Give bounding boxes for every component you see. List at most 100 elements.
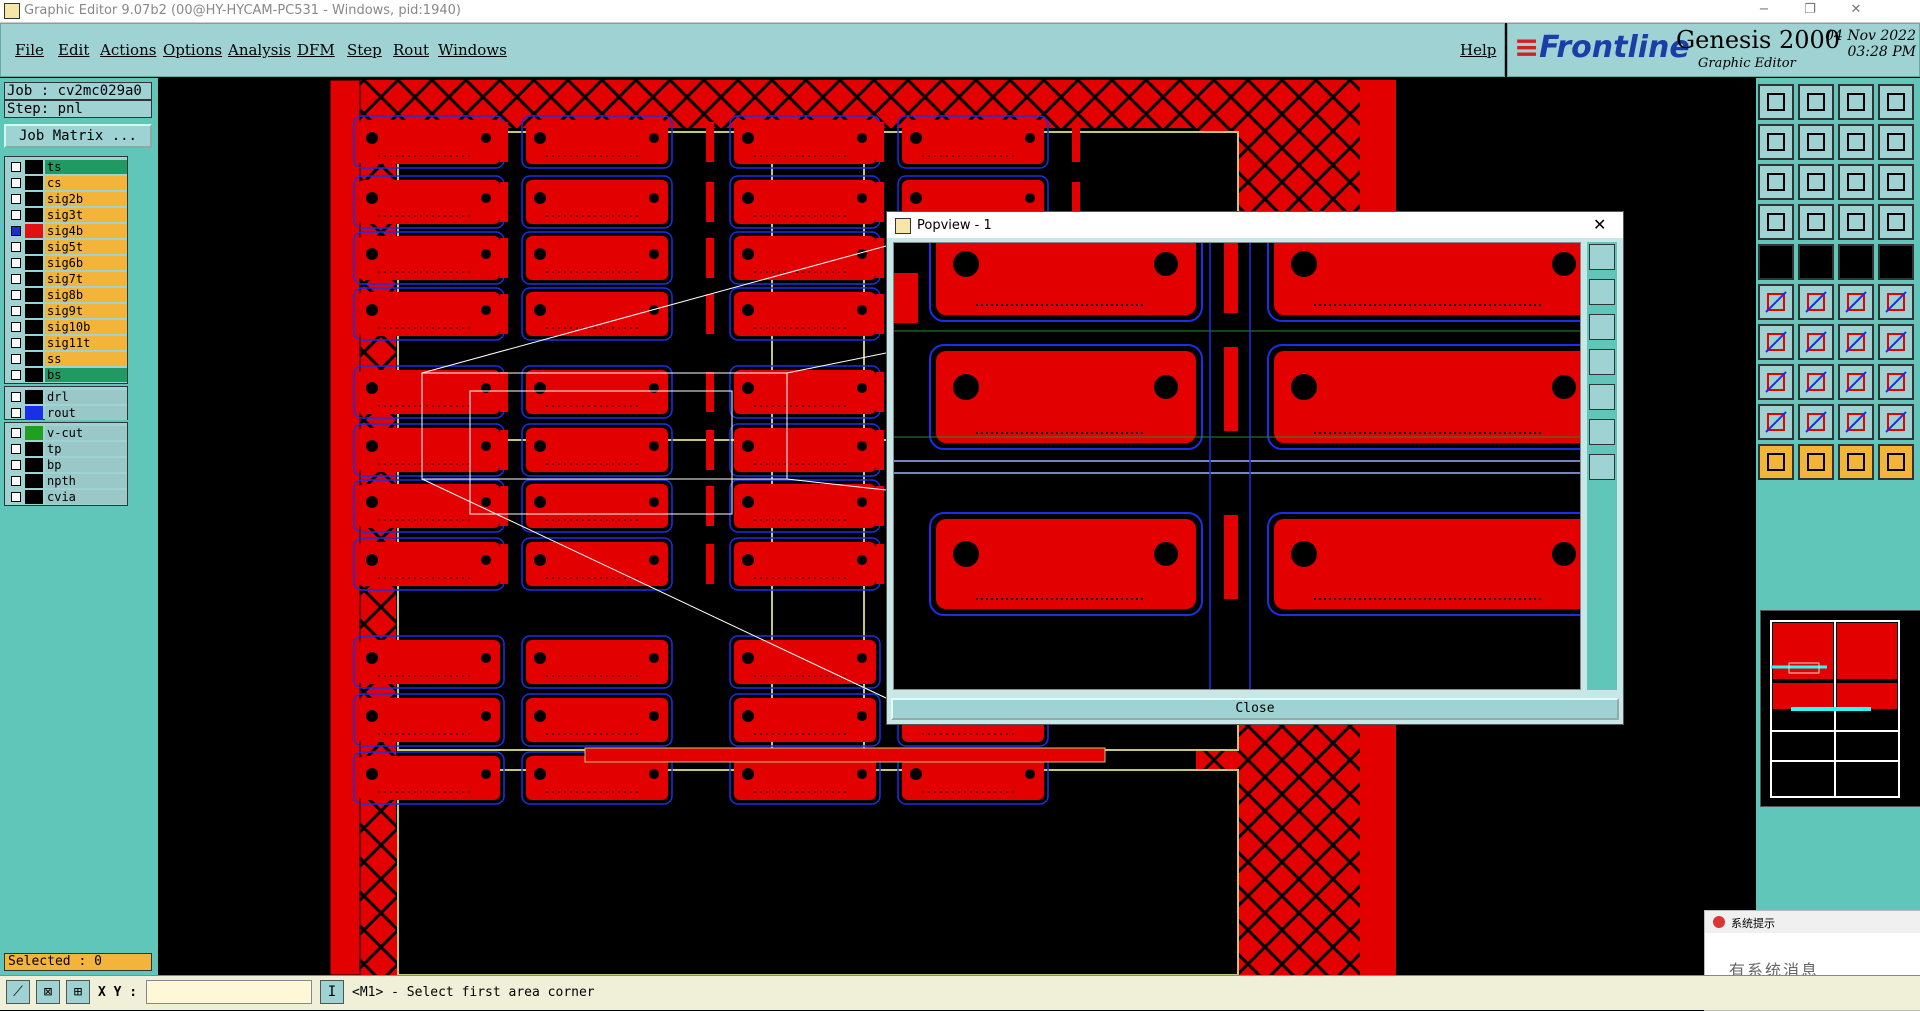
layer-name[interactable]: sig2b bbox=[45, 192, 127, 206]
layer-color-swatch[interactable] bbox=[25, 304, 43, 318]
layer-name[interactable]: tp bbox=[45, 442, 127, 456]
editor-tool-icon[interactable] bbox=[1798, 324, 1834, 360]
layer-checkbox[interactable] bbox=[11, 370, 21, 380]
editor-tool-icon[interactable] bbox=[1878, 324, 1914, 360]
layer-checkbox[interactable] bbox=[11, 226, 21, 236]
layer-color-swatch[interactable] bbox=[25, 352, 43, 366]
editor-tool-icon[interactable] bbox=[1878, 284, 1914, 320]
layer-color-swatch[interactable] bbox=[25, 320, 43, 334]
window-close-icon[interactable]: ✕ bbox=[1836, 2, 1876, 17]
editor-tool-icon[interactable] bbox=[1758, 444, 1794, 480]
layer-checkbox[interactable] bbox=[11, 162, 21, 172]
layer-checkbox[interactable] bbox=[11, 338, 21, 348]
layer-color-swatch[interactable] bbox=[25, 272, 43, 286]
layer-row-v-cut[interactable]: v-cut bbox=[5, 425, 129, 441]
popview-tool-icon[interactable] bbox=[1589, 419, 1615, 445]
layer-color-swatch[interactable] bbox=[25, 240, 43, 254]
layer-row-ss[interactable]: ss bbox=[5, 351, 129, 367]
editor-tool-icon[interactable] bbox=[1878, 164, 1914, 200]
layer-checkbox[interactable] bbox=[11, 274, 21, 284]
layer-checkbox[interactable] bbox=[11, 354, 21, 364]
layer-name[interactable]: npth bbox=[45, 474, 127, 488]
editor-tool-icon[interactable] bbox=[1838, 404, 1874, 440]
layer-color-swatch[interactable] bbox=[25, 390, 43, 404]
menu-windows[interactable]: Windows bbox=[438, 41, 507, 59]
layer-row-cvia[interactable]: cvia bbox=[5, 489, 129, 505]
editor-tool-icon[interactable] bbox=[1838, 284, 1874, 320]
layer-row-sig6b[interactable]: sig6b bbox=[5, 255, 129, 271]
xy-coordinate-input[interactable] bbox=[146, 980, 312, 1004]
layer-checkbox[interactable] bbox=[11, 408, 21, 418]
editor-tool-icon[interactable] bbox=[1838, 244, 1874, 280]
editor-tool-icon[interactable] bbox=[1798, 84, 1834, 120]
layer-checkbox[interactable] bbox=[11, 392, 21, 402]
layer-row-sig10b[interactable]: sig10b bbox=[5, 319, 129, 335]
editor-tool-icon[interactable] bbox=[1878, 364, 1914, 400]
layer-color-swatch[interactable] bbox=[25, 426, 43, 440]
layer-name[interactable]: sig5t bbox=[45, 240, 127, 254]
editor-tool-icon[interactable] bbox=[1758, 284, 1794, 320]
layer-row-sig7t[interactable]: sig7t bbox=[5, 271, 129, 287]
layer-checkbox[interactable] bbox=[11, 306, 21, 316]
layer-color-swatch[interactable] bbox=[25, 192, 43, 206]
popview-tool-icon[interactable] bbox=[1589, 384, 1615, 410]
editor-tool-icon[interactable] bbox=[1798, 444, 1834, 480]
layer-name[interactable]: sig7t bbox=[45, 272, 127, 286]
layer-name[interactable]: sig6b bbox=[45, 256, 127, 270]
editor-tool-icon[interactable] bbox=[1758, 364, 1794, 400]
layer-name[interactable]: cvia bbox=[45, 490, 127, 504]
layer-checkbox[interactable] bbox=[11, 492, 21, 502]
layer-color-swatch[interactable] bbox=[25, 368, 43, 382]
layer-name[interactable]: sig10b bbox=[45, 320, 127, 334]
layer-color-swatch[interactable] bbox=[25, 474, 43, 488]
editor-tool-icon[interactable] bbox=[1878, 244, 1914, 280]
editor-tool-icon[interactable] bbox=[1758, 324, 1794, 360]
layer-color-swatch[interactable] bbox=[25, 458, 43, 472]
editor-tool-icon[interactable] bbox=[1798, 164, 1834, 200]
layer-checkbox[interactable] bbox=[11, 258, 21, 268]
layer-name[interactable]: sig9t bbox=[45, 304, 127, 318]
layer-name[interactable]: drl bbox=[45, 390, 127, 404]
layer-row-sig3t[interactable]: sig3t bbox=[5, 207, 129, 223]
layer-color-swatch[interactable] bbox=[25, 490, 43, 504]
layer-checkbox[interactable] bbox=[11, 460, 21, 470]
editor-tool-icon[interactable] bbox=[1838, 444, 1874, 480]
popview-tool-icon[interactable] bbox=[1589, 314, 1615, 340]
menu-actions[interactable]: Actions bbox=[100, 41, 156, 59]
editor-tool-icon[interactable] bbox=[1798, 124, 1834, 160]
minimize-icon[interactable]: − bbox=[1744, 2, 1784, 17]
layer-name[interactable]: ss bbox=[45, 352, 127, 366]
layer-checkbox[interactable] bbox=[11, 194, 21, 204]
layer-row-drl[interactable]: drl bbox=[5, 389, 129, 405]
editor-tool-icon[interactable] bbox=[1838, 204, 1874, 240]
layer-checkbox[interactable] bbox=[11, 428, 21, 438]
layer-color-swatch[interactable] bbox=[25, 256, 43, 270]
editor-tool-icon[interactable] bbox=[1758, 164, 1794, 200]
layer-checkbox[interactable] bbox=[11, 210, 21, 220]
editor-tool-icon[interactable] bbox=[1758, 204, 1794, 240]
layer-row-npth[interactable]: npth bbox=[5, 473, 129, 489]
editor-tool-icon[interactable] bbox=[1798, 204, 1834, 240]
layer-color-swatch[interactable] bbox=[25, 406, 43, 420]
menu-rout[interactable]: Rout bbox=[393, 41, 429, 59]
editor-tool-icon[interactable] bbox=[1758, 404, 1794, 440]
layer-checkbox[interactable] bbox=[11, 322, 21, 332]
layer-checkbox[interactable] bbox=[11, 476, 21, 486]
popview-tool-icon[interactable] bbox=[1589, 349, 1615, 375]
layer-row-bp[interactable]: bp bbox=[5, 457, 129, 473]
layer-row-sig5t[interactable]: sig5t bbox=[5, 239, 129, 255]
layer-checkbox[interactable] bbox=[11, 444, 21, 454]
editor-tool-icon[interactable] bbox=[1838, 124, 1874, 160]
layer-name[interactable]: v-cut bbox=[45, 426, 127, 440]
editor-tool-icon[interactable] bbox=[1838, 164, 1874, 200]
layer-name[interactable]: sig8b bbox=[45, 288, 127, 302]
menu-options[interactable]: Options bbox=[163, 41, 222, 59]
layer-checkbox[interactable] bbox=[11, 290, 21, 300]
editor-tool-icon[interactable] bbox=[1798, 364, 1834, 400]
editor-tool-icon[interactable] bbox=[1878, 404, 1914, 440]
menu-step[interactable]: Step bbox=[347, 41, 382, 59]
menu-dfm[interactable]: DFM bbox=[297, 41, 335, 59]
editor-tool-icon[interactable] bbox=[1758, 84, 1794, 120]
snap-mode-icon[interactable]: ⊠ bbox=[36, 980, 60, 1004]
popview-tool-icon[interactable] bbox=[1589, 279, 1615, 305]
